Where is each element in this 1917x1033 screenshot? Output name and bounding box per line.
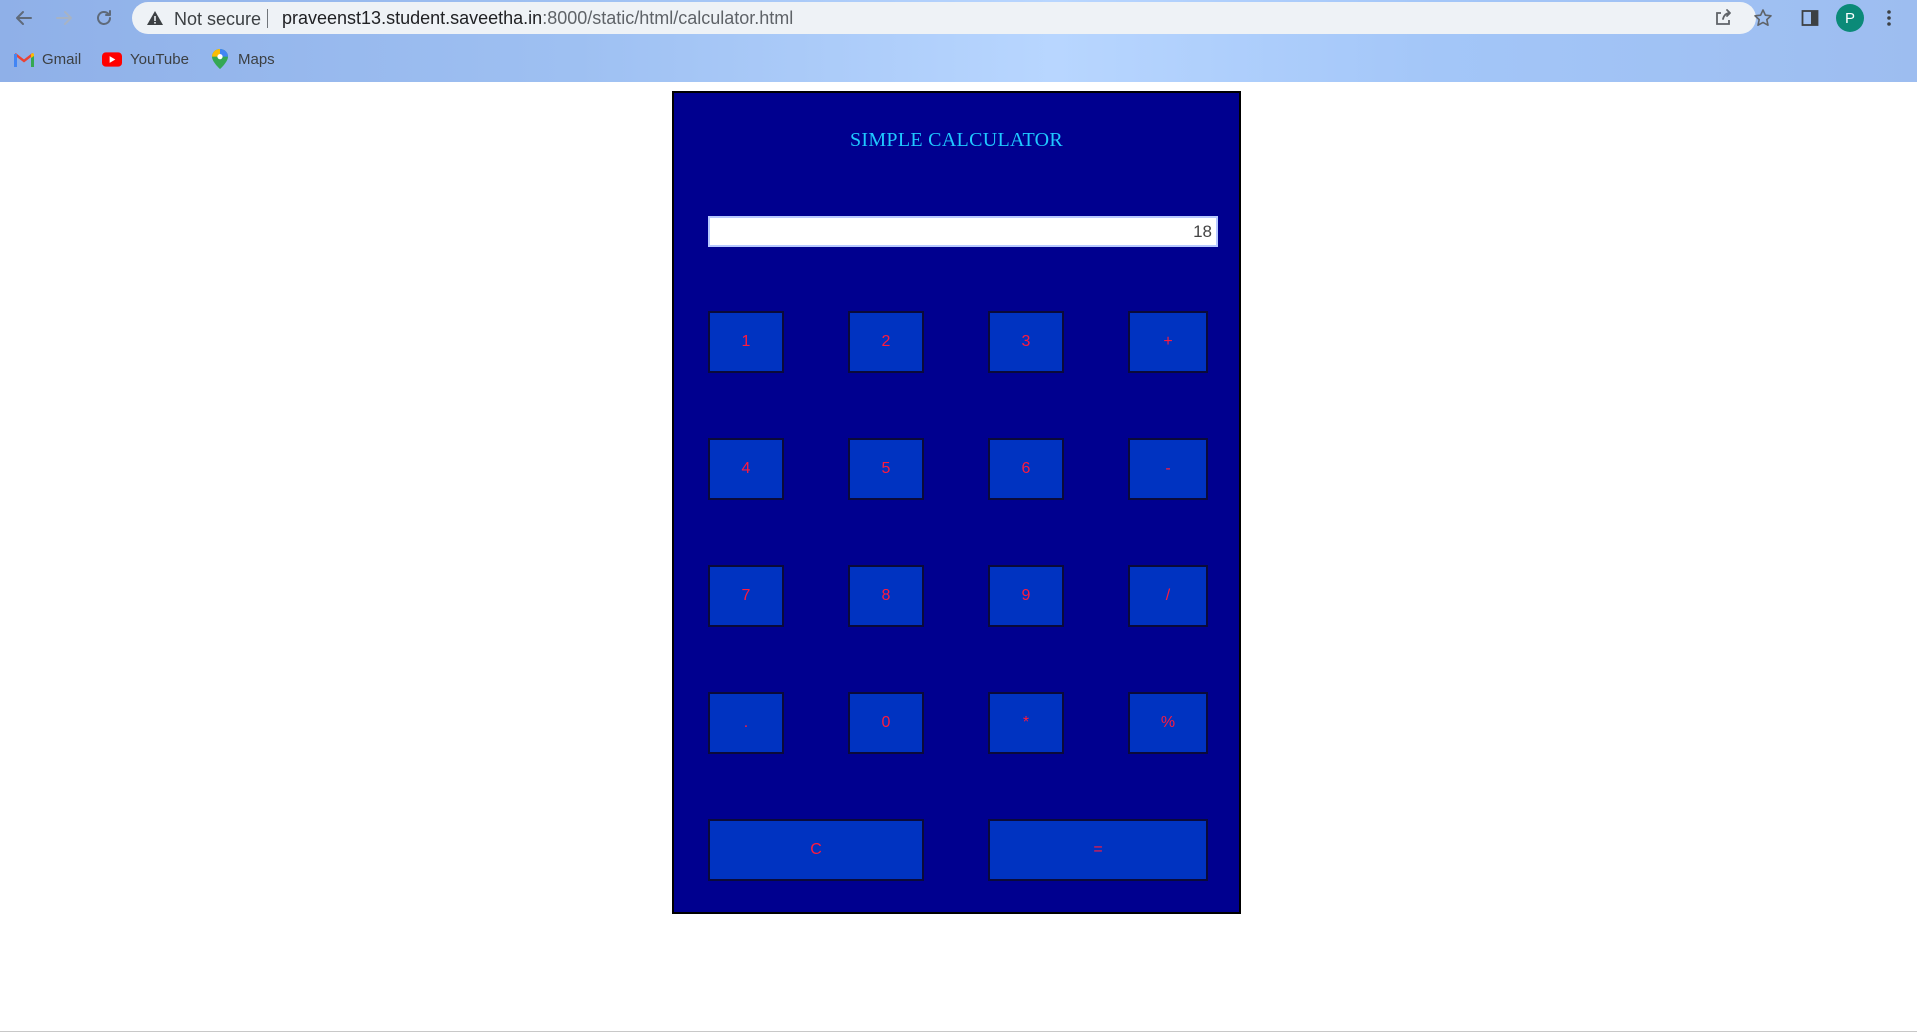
url-host: praveenst13.student.saveetha.in	[282, 8, 543, 28]
bookmark-label: YouTube	[130, 50, 189, 68]
key-4[interactable]: 4	[708, 438, 784, 500]
browser-chrome: Not secure praveenst13.student.saveetha.…	[0, 0, 1917, 82]
key-multiply[interactable]: *	[988, 692, 1064, 754]
side-panel-icon	[1801, 10, 1819, 26]
arrow-right-icon	[56, 11, 72, 25]
calculator-title: SIMPLE CALCULATOR	[849, 129, 1064, 151]
youtube-icon	[102, 51, 122, 67]
key-5[interactable]: 5	[848, 438, 924, 500]
calculator-panel: SIMPLE CALCULATOR 18 1 2 3 + 4 5 6 - 7 8…	[672, 91, 1241, 914]
key-plus[interactable]: +	[1128, 311, 1208, 373]
key-6[interactable]: 6	[988, 438, 1064, 500]
reload-button[interactable]	[90, 4, 118, 32]
arrow-left-icon	[16, 11, 32, 25]
bookmark-label: Gmail	[42, 50, 82, 68]
key-3[interactable]: 3	[988, 311, 1064, 373]
key-clear[interactable]: C	[708, 819, 924, 881]
calculator-display[interactable]: 18	[708, 216, 1218, 247]
bookmark-youtube[interactable]: YouTube	[102, 47, 189, 71]
key-percent[interactable]: %	[1128, 692, 1208, 754]
key-2[interactable]: 2	[848, 311, 924, 373]
more-vertical-icon	[1887, 10, 1891, 26]
key-0[interactable]: 0	[848, 692, 924, 754]
share-icon	[1716, 9, 1731, 25]
key-divide[interactable]: /	[1128, 565, 1208, 627]
gmail-icon	[14, 51, 34, 67]
warning-icon[interactable]	[146, 9, 164, 27]
back-button[interactable]	[10, 4, 38, 32]
share-button[interactable]	[1712, 7, 1734, 29]
key-7[interactable]: 7	[708, 565, 784, 627]
url-text[interactable]: praveenst13.student.saveetha.in:8000/sta…	[282, 8, 793, 29]
key-8[interactable]: 8	[848, 565, 924, 627]
menu-button[interactable]	[1876, 5, 1902, 31]
maps-pin-icon	[210, 49, 230, 69]
address-bar[interactable]: Not secure praveenst13.student.saveetha.…	[132, 2, 1772, 34]
page-bottom-divider	[0, 1031, 1917, 1032]
reload-icon	[97, 10, 111, 25]
star-icon	[1754, 9, 1772, 26]
security-status[interactable]: Not secure	[174, 9, 261, 30]
forward-button[interactable]	[50, 4, 78, 32]
key-1[interactable]: 1	[708, 311, 784, 373]
address-separator	[267, 9, 268, 28]
side-panel-button[interactable]	[1797, 5, 1823, 31]
bookmark-label: Maps	[238, 50, 275, 68]
key-equals[interactable]: =	[988, 819, 1208, 881]
key-dot[interactable]: .	[708, 692, 784, 754]
profile-avatar[interactable]: P	[1836, 4, 1864, 32]
bookmark-star-button[interactable]	[1752, 7, 1774, 29]
bookmark-gmail[interactable]: Gmail	[14, 47, 81, 71]
key-9[interactable]: 9	[988, 565, 1064, 627]
url-path: :8000/static/html/calculator.html	[542, 8, 794, 28]
bookmark-maps[interactable]: Maps	[210, 47, 275, 71]
key-minus[interactable]: -	[1128, 438, 1208, 500]
